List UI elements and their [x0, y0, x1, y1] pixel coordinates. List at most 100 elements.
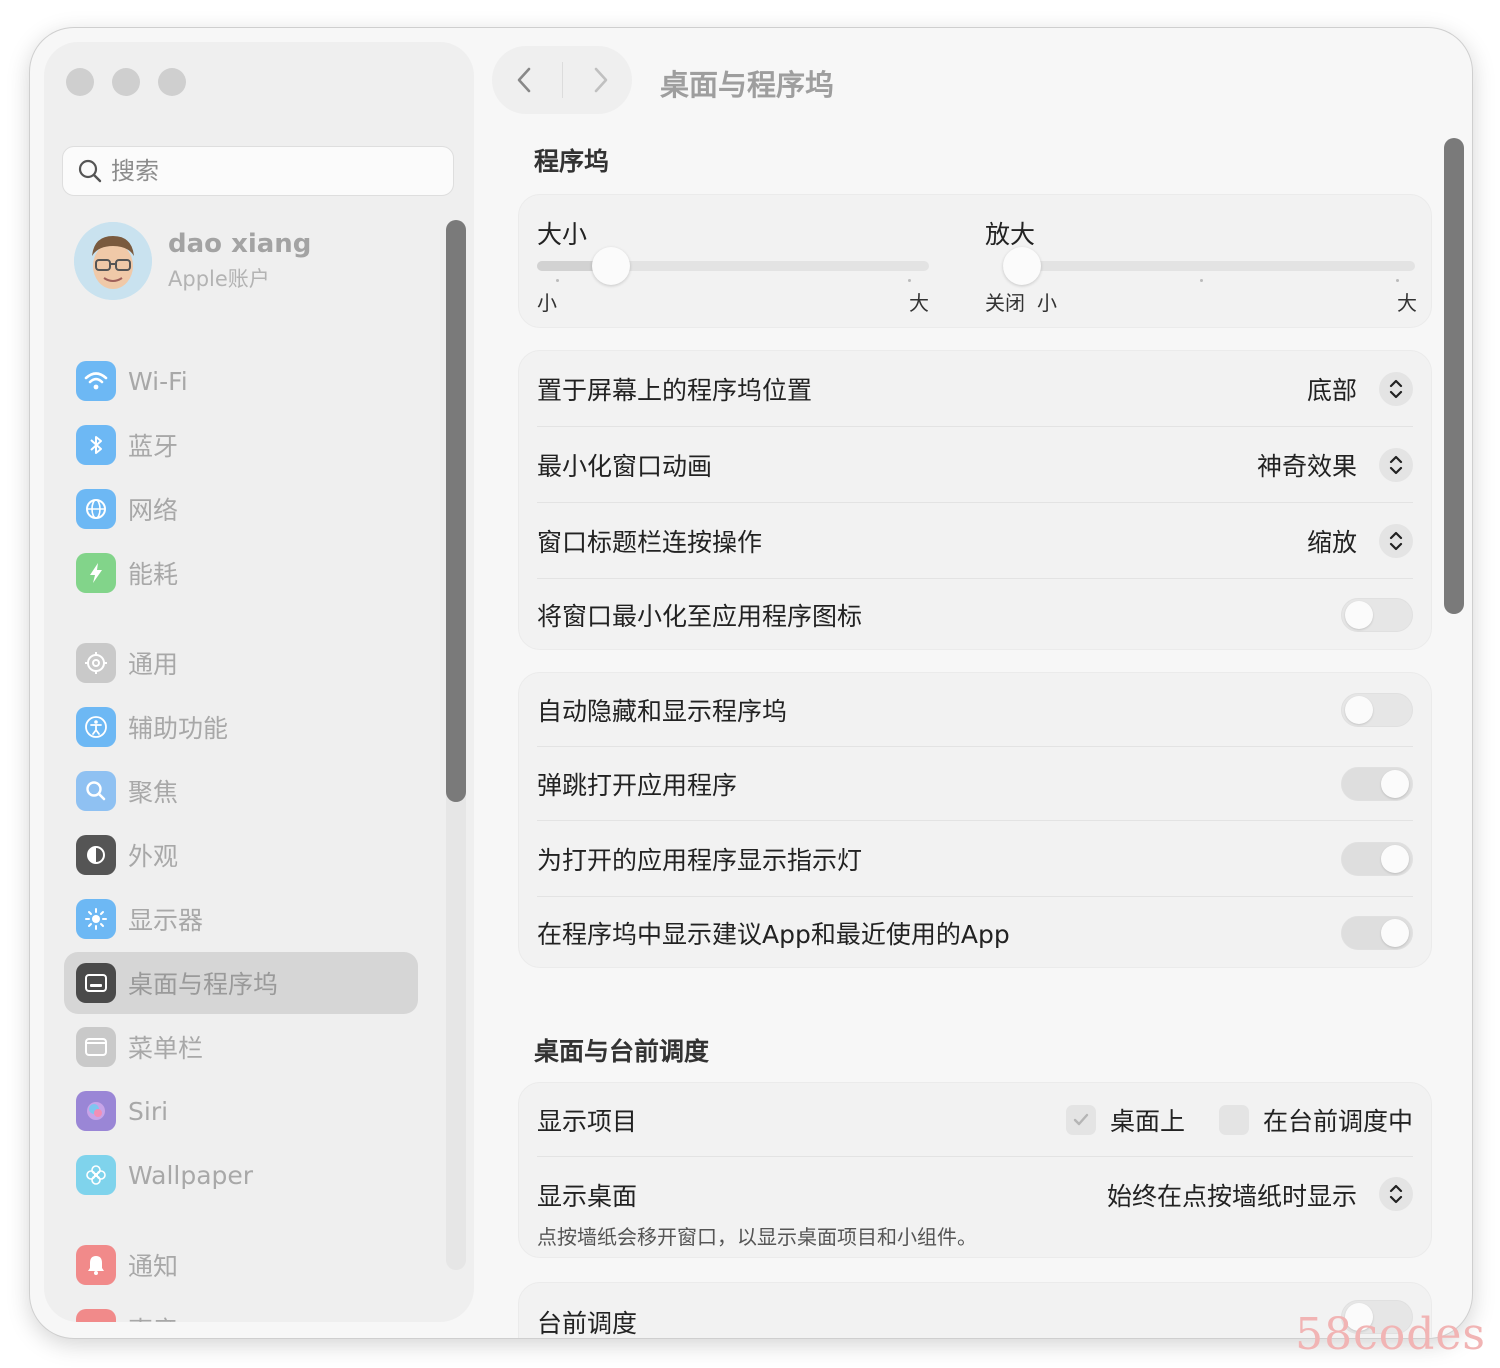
on-desktop-label: 桌面上 [1109, 1106, 1185, 1136]
dock-position-row[interactable]: 置于屏幕上的程序坞位置 底部 [537, 351, 1413, 427]
magnifier-icon [76, 771, 116, 811]
titlebar-double-click-row[interactable]: 窗口标题栏连按操作 缩放 [537, 503, 1413, 579]
dock-position-value[interactable]: 底部 [1307, 371, 1357, 407]
search-icon [78, 159, 102, 183]
dock-options-card: 置于屏幕上的程序坞位置 底部 最小化窗口动画 神奇效果 窗口标题栏连按操作 缩放 [518, 350, 1432, 650]
back-button[interactable] [499, 55, 549, 105]
chevron-right-icon [594, 67, 607, 93]
minimize-animation-value[interactable]: 神奇效果 [1257, 447, 1357, 483]
titlebar-double-click-label: 窗口标题栏连按操作 [537, 527, 763, 557]
size-label: 大小 [537, 220, 588, 249]
desktop-options-card: 显示项目 桌面上 在台前调度中 显示桌面 点按墙纸会移开窗口，以显示桌面项目和小… [518, 1082, 1432, 1258]
main-scrollbar-thumb[interactable] [1444, 138, 1464, 614]
autohide-dock-label: 自动隐藏和显示程序坞 [537, 696, 788, 726]
show-desktop-row[interactable]: 显示桌面 点按墙纸会移开窗口，以显示桌面项目和小组件。 始终在点按墙纸时显示 [537, 1157, 1413, 1259]
siri-icon [76, 1091, 116, 1131]
speaker-icon [76, 1309, 116, 1322]
magnification-slider-knob[interactable] [1003, 247, 1041, 285]
sidebar-item-accessibility[interactable]: 辅助功能 [64, 696, 418, 758]
bounce-apps-toggle[interactable] [1341, 766, 1413, 801]
sidebar-item-displays[interactable]: 显示器 [64, 888, 418, 950]
dock-icon [76, 963, 116, 1003]
minimize-to-icon-toggle[interactable] [1341, 598, 1413, 632]
accessibility-icon [76, 707, 116, 747]
sidebar-item-sound[interactable]: 声音 [64, 1298, 418, 1322]
main-pane: 桌面与程序坞 程序坞 大小 小 大 放大 关闭 小 大 置于屏幕上的程序坞位置 … [474, 28, 1472, 1338]
on-desktop-checkbox[interactable] [1065, 1104, 1096, 1135]
sidebar-scrollbar[interactable] [446, 220, 466, 1270]
zoom-window-button[interactable] [158, 68, 186, 96]
bell-icon [76, 1245, 116, 1285]
show-indicators-toggle[interactable] [1341, 841, 1413, 876]
in-stage-manager-label: 在台前调度中 [1262, 1106, 1413, 1136]
magnification-off-label: 关闭 [985, 291, 1025, 315]
sidebar-item-label: 菜单栏 [128, 1034, 204, 1063]
menubar-icon [76, 1027, 116, 1067]
titlebar-double-click-popup-button[interactable] [1379, 523, 1413, 558]
sidebar-item-general[interactable]: 通用 [64, 632, 418, 694]
show-desktop-popup-button[interactable] [1379, 1177, 1413, 1211]
sidebar-item-notifications[interactable]: 通知 [64, 1234, 418, 1296]
sidebar-item-label: 桌面与程序坞 [128, 970, 279, 999]
sidebar-item-energy[interactable]: 能耗 [64, 542, 418, 604]
magnification-min-label: 小 [1037, 291, 1057, 315]
titlebar-double-click-value[interactable]: 缩放 [1307, 523, 1357, 559]
magnification-slider[interactable] [1003, 247, 1415, 285]
history-navigation [492, 46, 632, 114]
sidebar-item-siri[interactable]: Siri [64, 1080, 418, 1142]
sidebar-item-label: 聚焦 [128, 778, 179, 807]
search-input[interactable] [109, 156, 413, 186]
apple-account[interactable]: dao xiang Apple账户 [74, 222, 311, 300]
show-desktop-value[interactable]: 始终在点按墙纸时显示 [1107, 1177, 1357, 1213]
up-down-chevron-icon [1389, 455, 1403, 474]
main-scrollbar[interactable] [1444, 138, 1464, 1318]
search-field[interactable] [62, 146, 454, 196]
size-slider-knob[interactable] [591, 247, 630, 285]
minimize-animation-popup-button[interactable] [1379, 447, 1413, 482]
sidebar-item-desktop-dock[interactable]: 桌面与程序坞 [64, 952, 418, 1014]
minimize-window-button[interactable] [112, 68, 140, 96]
sidebar-item-wallpaper[interactable]: Wallpaper [64, 1144, 418, 1206]
account-subtitle: Apple账户 [168, 267, 270, 291]
in-stage-manager-checkbox[interactable] [1218, 1104, 1249, 1135]
account-name: dao xiang [168, 229, 312, 259]
minimize-animation-row[interactable]: 最小化窗口动画 神奇效果 [537, 427, 1413, 503]
forward-button[interactable] [576, 55, 626, 105]
autohide-dock-toggle[interactable] [1341, 692, 1413, 727]
sidebar-item-label: Wallpaper [128, 1160, 254, 1190]
size-max-label: 大 [909, 291, 929, 315]
sidebar-item-bluetooth[interactable]: 蓝牙 [64, 414, 418, 476]
sidebar-item-label: 辅助功能 [128, 714, 229, 743]
close-window-button[interactable] [66, 68, 94, 96]
sidebar-item-wifi[interactable]: Wi-Fi [64, 350, 418, 412]
autohide-dock-row: 自动隐藏和显示程序坞 [537, 673, 1413, 747]
wifi-icon [76, 361, 116, 401]
watermark: 58codes [1295, 1309, 1486, 1360]
sidebar-item-menubar[interactable]: 菜单栏 [64, 1016, 418, 1078]
sidebar-scrollbar-thumb[interactable] [446, 220, 466, 802]
appearance-icon [76, 835, 116, 875]
battery-bolt-icon [76, 553, 116, 593]
section-title-dock: 程序坞 [534, 147, 610, 176]
show-items-label: 显示项目 [537, 1106, 638, 1136]
sidebar-item-network[interactable]: 网络 [64, 478, 418, 540]
sidebar-item-appearance[interactable]: 外观 [64, 824, 418, 886]
bounce-apps-label: 弹跳打开应用程序 [537, 770, 738, 800]
sidebar-item-label: 能耗 [128, 560, 179, 589]
stage-manager-row: 台前调度 [537, 1283, 1413, 1338]
sidebar-item-label: 网络 [128, 496, 179, 525]
page-title: 桌面与程序坞 [660, 68, 835, 102]
sidebar-item-label: 显示器 [128, 906, 204, 935]
window-controls [66, 68, 186, 96]
stage-manager-label: 台前调度 [537, 1309, 638, 1338]
dock-position-popup-button[interactable] [1379, 371, 1413, 406]
up-down-chevron-icon [1389, 531, 1403, 550]
sidebar-item-spotlight[interactable]: 聚焦 [64, 760, 418, 822]
bounce-apps-row: 弹跳打开应用程序 [537, 747, 1413, 821]
show-recent-apps-toggle[interactable] [1341, 916, 1413, 950]
dock-toggles-card: 自动隐藏和显示程序坞 弹跳打开应用程序 为打开的应用程序显示指示灯 在程序坞中显… [518, 672, 1432, 968]
checkmark-icon [1073, 1113, 1089, 1125]
size-slider[interactable] [537, 247, 929, 285]
globe-icon [76, 489, 116, 529]
minimize-animation-label: 最小化窗口动画 [537, 451, 713, 481]
